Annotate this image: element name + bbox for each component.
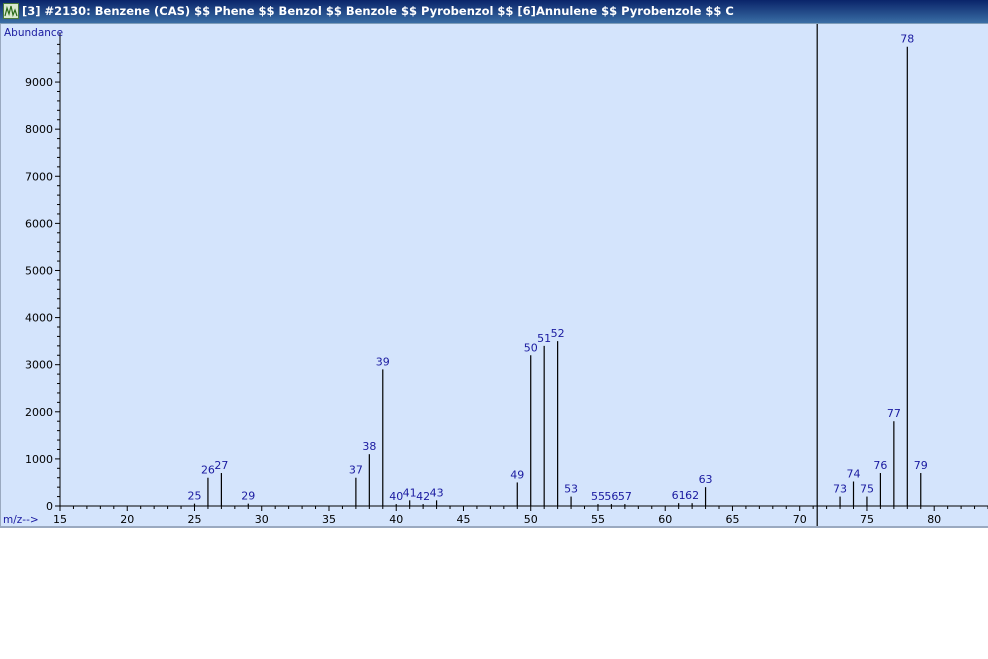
window-title-bar[interactable]: [3] #2130: Benzene (CAS) $$ Phene $$ Ben…	[0, 0, 988, 24]
y-tick-label: 9000	[25, 76, 53, 89]
x-tick-label: 15	[53, 513, 67, 526]
peak-label-42: 42	[416, 490, 430, 503]
peak-label-40: 40	[389, 490, 403, 503]
peak-label-51: 51	[537, 332, 551, 345]
x-axis-title: m/z-->	[3, 514, 39, 526]
y-tick-label: 0	[46, 500, 53, 513]
y-tick-label: 8000	[25, 123, 53, 136]
peak-label-39: 39	[376, 355, 390, 368]
x-tick-label: 40	[389, 513, 403, 526]
peak-label-50: 50	[524, 341, 538, 354]
peak-label-74: 74	[847, 468, 861, 481]
peak-label-78: 78	[900, 33, 914, 46]
x-tick-label: 50	[524, 513, 538, 526]
peak-label-43: 43	[430, 486, 444, 499]
x-tick-label: 25	[187, 513, 201, 526]
peak-label-62: 62	[685, 489, 699, 502]
peak-label-73: 73	[833, 483, 847, 496]
window-title: [3] #2130: Benzene (CAS) $$ Phene $$ Ben…	[22, 4, 734, 18]
x-tick-label: 20	[120, 513, 134, 526]
mass-spectrum-chart[interactable]: 0 1000 2000 3000 4000 5000 6000 7000 8000 9000 15…	[0, 24, 988, 528]
peak-label-26: 26	[201, 464, 215, 477]
peak-label-61: 61	[672, 489, 686, 502]
y-tick-label: 3000	[25, 359, 53, 372]
peak-label-55: 55	[591, 490, 605, 503]
y-axis: 0 1000 2000 3000 4000 5000 6000 7000 8000 9000	[25, 33, 61, 513]
peak-label-25: 25	[187, 490, 201, 503]
peak-label-41: 41	[403, 486, 417, 499]
y-axis-title: Abundance	[4, 27, 63, 39]
y-tick-label: 7000	[25, 170, 53, 183]
peak-label-77: 77	[887, 407, 901, 420]
peak-label-52: 52	[551, 327, 565, 340]
y-tick-label: 5000	[25, 264, 53, 277]
peak-label-79: 79	[914, 459, 928, 472]
peak-label-53: 53	[564, 483, 578, 496]
peak-label-56: 56	[604, 490, 618, 503]
x-axis: 15 20 25 30 35 40 45 50 55 60 65 70 75 80	[53, 505, 988, 526]
x-tick-label: 45	[456, 513, 470, 526]
x-tick-label: 75	[860, 513, 874, 526]
x-tick-label: 35	[322, 513, 336, 526]
y-tick-label: 2000	[25, 406, 53, 419]
peak-label-76: 76	[873, 459, 887, 472]
y-tick-label: 4000	[25, 312, 53, 325]
peak-label-38: 38	[362, 440, 376, 453]
x-tick-label: 80	[927, 513, 941, 526]
y-tick-label: 6000	[25, 217, 53, 230]
x-tick-label: 55	[591, 513, 605, 526]
peak-label-27: 27	[214, 459, 228, 472]
peak-label-63: 63	[699, 473, 713, 486]
peak-label-49: 49	[510, 468, 524, 481]
x-tick-label: 70	[793, 513, 807, 526]
peak-label-29: 29	[241, 490, 255, 503]
x-tick-label: 60	[658, 513, 672, 526]
peak-label-75: 75	[860, 483, 874, 496]
y-tick-label: 1000	[25, 453, 53, 466]
peak-label-57: 57	[618, 490, 632, 503]
x-tick-label: 65	[725, 513, 739, 526]
peak-label-37: 37	[349, 464, 363, 477]
spectrum-app-icon[interactable]	[3, 3, 19, 19]
x-tick-label: 30	[255, 513, 269, 526]
